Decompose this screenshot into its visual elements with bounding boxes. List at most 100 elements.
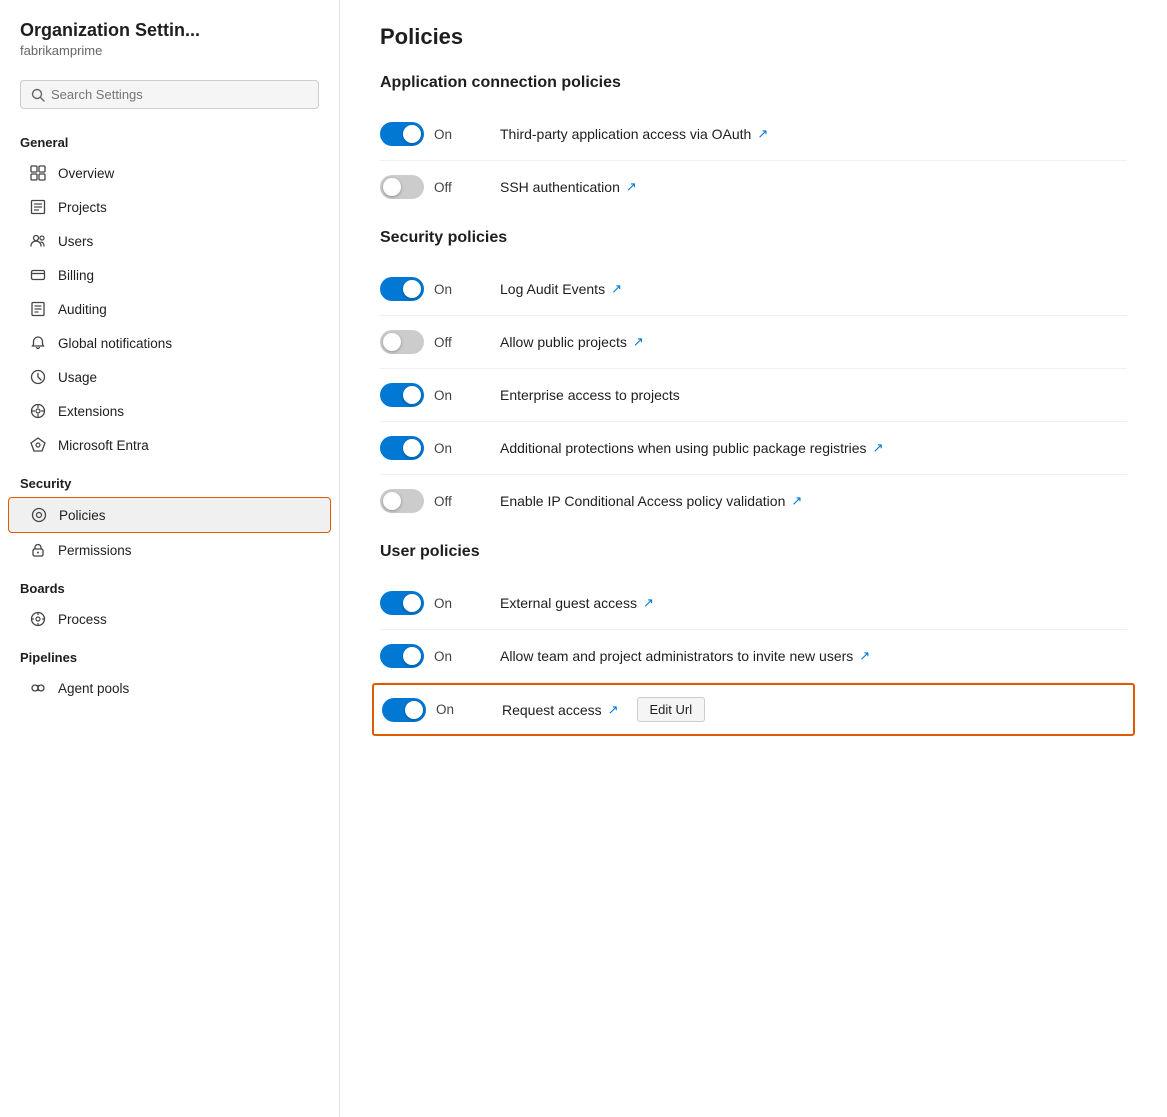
toggle-wrapper-ssh: Off xyxy=(380,175,500,199)
sidebar-item-label: Global notifications xyxy=(58,336,172,351)
policy-row-package-registries: On Additional protections when using pub… xyxy=(380,422,1127,475)
billing-icon xyxy=(28,265,48,285)
sidebar-item-label: Permissions xyxy=(58,543,132,558)
toggle-label-package-registries: On xyxy=(434,441,466,456)
policy-name-invite-users: Allow team and project administrators to… xyxy=(500,648,870,664)
search-box[interactable] xyxy=(20,80,319,109)
boards-section-label: Boards xyxy=(0,567,339,602)
sidebar-item-projects[interactable]: Projects xyxy=(8,190,331,224)
sidebar-item-label: Billing xyxy=(58,268,94,283)
sidebar-item-process[interactable]: Process xyxy=(8,602,331,636)
toggle-package-registries[interactable] xyxy=(380,436,424,460)
policy-row-oauth: On Third-party application access via OA… xyxy=(380,108,1127,161)
link-icon-oauth[interactable]: ↗ xyxy=(757,126,768,142)
link-icon-ssh[interactable]: ↗ xyxy=(626,179,637,195)
toggle-ip-conditional[interactable] xyxy=(380,489,424,513)
toggle-knob-package-registries xyxy=(403,439,421,457)
toggle-invite-users[interactable] xyxy=(380,644,424,668)
toggle-public-projects[interactable] xyxy=(380,330,424,354)
users-icon xyxy=(28,231,48,251)
sidebar-item-label: Policies xyxy=(59,508,106,523)
projects-icon xyxy=(28,197,48,217)
section-user-policies: User policies On External guest access ↗ xyxy=(380,543,1127,736)
section-application-connection: Application connection policies On Third… xyxy=(380,74,1127,213)
toggle-label-enterprise-access: On xyxy=(434,388,466,403)
toggle-label-request-access: On xyxy=(436,702,468,717)
toggle-ssh[interactable] xyxy=(380,175,424,199)
policy-row-log-audit: On Log Audit Events ↗ xyxy=(380,263,1127,316)
policy-row-request-access: On Request access ↗ Edit Url xyxy=(372,683,1135,736)
toggle-knob-invite-users xyxy=(403,647,421,665)
sidebar-item-label: Extensions xyxy=(58,404,124,419)
toggle-wrapper-oauth: On xyxy=(380,122,500,146)
sidebar-item-policies[interactable]: Policies xyxy=(8,497,331,533)
link-icon-request-access[interactable]: ↗ xyxy=(608,702,619,718)
section-title-app-connection: Application connection policies xyxy=(380,74,1127,92)
sidebar-item-microsoft-entra[interactable]: Microsoft Entra xyxy=(8,428,331,462)
toggle-external-guest[interactable] xyxy=(380,591,424,615)
search-icon xyxy=(31,88,45,102)
toggle-label-ip-conditional: Off xyxy=(434,494,466,509)
link-icon-external-guest[interactable]: ↗ xyxy=(643,595,654,611)
toggle-wrapper-request-access: On xyxy=(382,698,502,722)
policy-name-external-guest: External guest access ↗ xyxy=(500,595,654,611)
org-subtitle: fabrikamprime xyxy=(20,43,319,58)
sidebar-item-agent-pools[interactable]: Agent pools xyxy=(8,671,331,705)
link-icon-package-registries[interactable]: ↗ xyxy=(873,440,884,456)
toggle-oauth[interactable] xyxy=(380,122,424,146)
toggle-wrapper-invite-users: On xyxy=(380,644,500,668)
link-icon-ip-conditional[interactable]: ↗ xyxy=(791,493,802,509)
toggle-enterprise-access[interactable] xyxy=(380,383,424,407)
toggle-knob-enterprise-access xyxy=(403,386,421,404)
section-security-policies: Security policies On Log Audit Events ↗ xyxy=(380,229,1127,527)
policy-name-package-registries: Additional protections when using public… xyxy=(500,440,883,456)
sidebar-item-usage[interactable]: Usage xyxy=(8,360,331,394)
policy-name-ssh: SSH authentication ↗ xyxy=(500,179,637,195)
pipelines-section-label: Pipelines xyxy=(0,636,339,671)
sidebar-item-global-notifications[interactable]: Global notifications xyxy=(8,326,331,360)
policy-row-enterprise-access: On Enterprise access to projects xyxy=(380,369,1127,422)
sidebar-item-users[interactable]: Users xyxy=(8,224,331,258)
policy-name-ip-conditional: Enable IP Conditional Access policy vali… xyxy=(500,493,802,509)
main-content: Policies Application connection policies… xyxy=(340,0,1167,1117)
toggle-knob-log-audit xyxy=(403,280,421,298)
toggle-label-invite-users: On xyxy=(434,649,466,664)
sidebar-scroll: General Overview Projects Users Billing xyxy=(0,121,339,1117)
policy-row-external-guest: On External guest access ↗ xyxy=(380,577,1127,630)
toggle-knob-oauth xyxy=(403,125,421,143)
entra-icon xyxy=(28,435,48,455)
toggle-wrapper-external-guest: On xyxy=(380,591,500,615)
bell-icon xyxy=(28,333,48,353)
sidebar-item-auditing[interactable]: Auditing xyxy=(8,292,331,326)
sidebar-item-overview[interactable]: Overview xyxy=(8,156,331,190)
general-section-label: General xyxy=(0,121,339,156)
toggle-request-access[interactable] xyxy=(382,698,426,722)
toggle-knob-public-projects xyxy=(383,333,401,351)
policy-row-ssh: Off SSH authentication ↗ xyxy=(380,161,1127,213)
toggle-log-audit[interactable] xyxy=(380,277,424,301)
link-icon-log-audit[interactable]: ↗ xyxy=(611,281,622,297)
sidebar-item-extensions[interactable]: Extensions xyxy=(8,394,331,428)
policy-row-public-projects: Off Allow public projects ↗ xyxy=(380,316,1127,369)
link-icon-public-projects[interactable]: ↗ xyxy=(633,334,644,350)
page-title: Policies xyxy=(380,24,1127,50)
sidebar-item-permissions[interactable]: Permissions xyxy=(8,533,331,567)
toggle-knob-ssh xyxy=(383,178,401,196)
extensions-icon xyxy=(28,401,48,421)
toggle-wrapper-ip-conditional: Off xyxy=(380,489,500,513)
process-icon xyxy=(28,609,48,629)
link-icon-invite-users[interactable]: ↗ xyxy=(859,648,870,664)
sidebar-item-label: Auditing xyxy=(58,302,107,317)
auditing-icon xyxy=(28,299,48,319)
sidebar-item-billing[interactable]: Billing xyxy=(8,258,331,292)
policy-row-ip-conditional: Off Enable IP Conditional Access policy … xyxy=(380,475,1127,527)
sidebar-item-label: Microsoft Entra xyxy=(58,438,149,453)
toggle-knob-ip-conditional xyxy=(383,492,401,510)
edit-url-button[interactable]: Edit Url xyxy=(637,697,706,722)
lock-icon xyxy=(28,540,48,560)
search-input[interactable] xyxy=(51,87,308,102)
toggle-wrapper-public-projects: Off xyxy=(380,330,500,354)
sidebar: Organization Settin... fabrikamprime Gen… xyxy=(0,0,340,1117)
sidebar-item-label: Users xyxy=(58,234,93,249)
sidebar-item-label: Process xyxy=(58,612,107,627)
